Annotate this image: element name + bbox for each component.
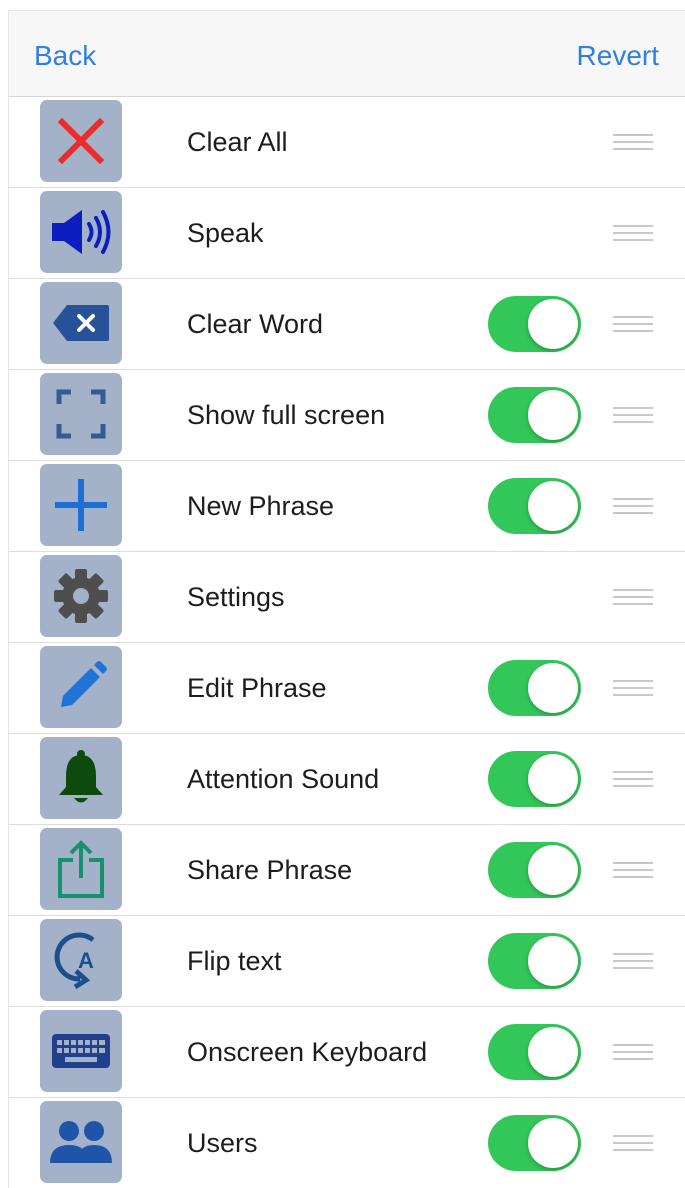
close-x-icon xyxy=(40,100,122,182)
toggle-knob xyxy=(528,754,578,804)
users-icon xyxy=(40,1101,122,1183)
reorder-handle-icon[interactable] xyxy=(613,405,657,427)
reorder-handle-icon[interactable] xyxy=(613,314,657,336)
toggle-knob xyxy=(528,481,578,531)
item-label: Clear All xyxy=(187,127,288,157)
settings-screen: Back Revert Clear All Speak Clear Word Show… xyxy=(8,10,685,1188)
list-item-settings: Settings xyxy=(9,552,685,643)
reorder-handle-icon[interactable] xyxy=(613,587,657,609)
navigation-bar: Back Revert xyxy=(9,11,685,97)
keyboard-icon xyxy=(40,1010,122,1092)
share-icon xyxy=(40,828,122,910)
bell-icon xyxy=(40,737,122,819)
backspace-icon xyxy=(40,282,122,364)
list-item-new-phrase: New Phrase xyxy=(9,461,685,552)
list-item-edit-phrase: Edit Phrase xyxy=(9,643,685,734)
toggle-knob xyxy=(528,390,578,440)
svg-text:A: A xyxy=(78,948,94,973)
list-item-users: Users xyxy=(9,1098,685,1188)
speaker-icon xyxy=(40,191,122,273)
flip-text-toggle[interactable] xyxy=(488,933,581,989)
item-label: Edit Phrase xyxy=(187,673,327,703)
item-label: Speak xyxy=(187,218,264,248)
toggle-knob xyxy=(528,936,578,986)
plus-icon xyxy=(40,464,122,546)
list-item-onscreen-keyboard: Onscreen Keyboard xyxy=(9,1007,685,1098)
list-item-clear-word: Clear Word xyxy=(9,279,685,370)
revert-button[interactable]: Revert xyxy=(577,40,659,72)
list-item-flip-text: A Flip text xyxy=(9,916,685,1007)
item-label: Show full screen xyxy=(187,400,386,430)
item-label: Attention Sound xyxy=(187,764,380,794)
show-full-screen-toggle[interactable] xyxy=(488,387,581,443)
toggle-knob xyxy=(528,845,578,895)
reorder-handle-icon[interactable] xyxy=(613,951,657,973)
reorder-handle-icon[interactable] xyxy=(613,132,657,154)
toggle-knob xyxy=(528,1118,578,1168)
item-label: New Phrase xyxy=(187,491,335,521)
item-label: Settings xyxy=(187,582,285,612)
gear-icon xyxy=(40,555,122,637)
clear-word-toggle[interactable] xyxy=(488,296,581,352)
toggle-knob xyxy=(528,663,578,713)
reorder-handle-icon[interactable] xyxy=(613,678,657,700)
item-label: Share Phrase xyxy=(187,855,353,885)
attention-sound-toggle[interactable] xyxy=(488,751,581,807)
reorder-handle-icon[interactable] xyxy=(613,223,657,245)
pencil-icon xyxy=(40,646,122,728)
toolbar-items-list: Clear All Speak Clear Word Show full screen… xyxy=(9,97,685,1188)
list-item-show-full-screen: Show full screen xyxy=(9,370,685,461)
list-item-clear-all: Clear All xyxy=(9,97,685,188)
reorder-handle-icon[interactable] xyxy=(613,769,657,791)
fullscreen-icon xyxy=(40,373,122,455)
item-label: Clear Word xyxy=(187,309,324,339)
item-label: Onscreen Keyboard xyxy=(187,1037,428,1067)
toggle-knob xyxy=(528,299,578,349)
item-label: Flip text xyxy=(187,946,282,976)
edit-phrase-toggle[interactable] xyxy=(488,660,581,716)
toggle-knob xyxy=(528,1027,578,1077)
reorder-handle-icon[interactable] xyxy=(613,1133,657,1155)
list-item-speak: Speak xyxy=(9,188,685,279)
users-toggle[interactable] xyxy=(488,1115,581,1171)
onscreen-keyboard-toggle[interactable] xyxy=(488,1024,581,1080)
list-item-share-phrase: Share Phrase xyxy=(9,825,685,916)
reorder-handle-icon[interactable] xyxy=(613,860,657,882)
share-phrase-toggle[interactable] xyxy=(488,842,581,898)
back-button[interactable]: Back xyxy=(34,40,96,72)
new-phrase-toggle[interactable] xyxy=(488,478,581,534)
reorder-handle-icon[interactable] xyxy=(613,496,657,518)
reorder-handle-icon[interactable] xyxy=(613,1042,657,1064)
flip-text-icon: A xyxy=(40,919,122,1001)
item-label: Users xyxy=(187,1128,258,1158)
list-item-attention-sound: Attention Sound xyxy=(9,734,685,825)
